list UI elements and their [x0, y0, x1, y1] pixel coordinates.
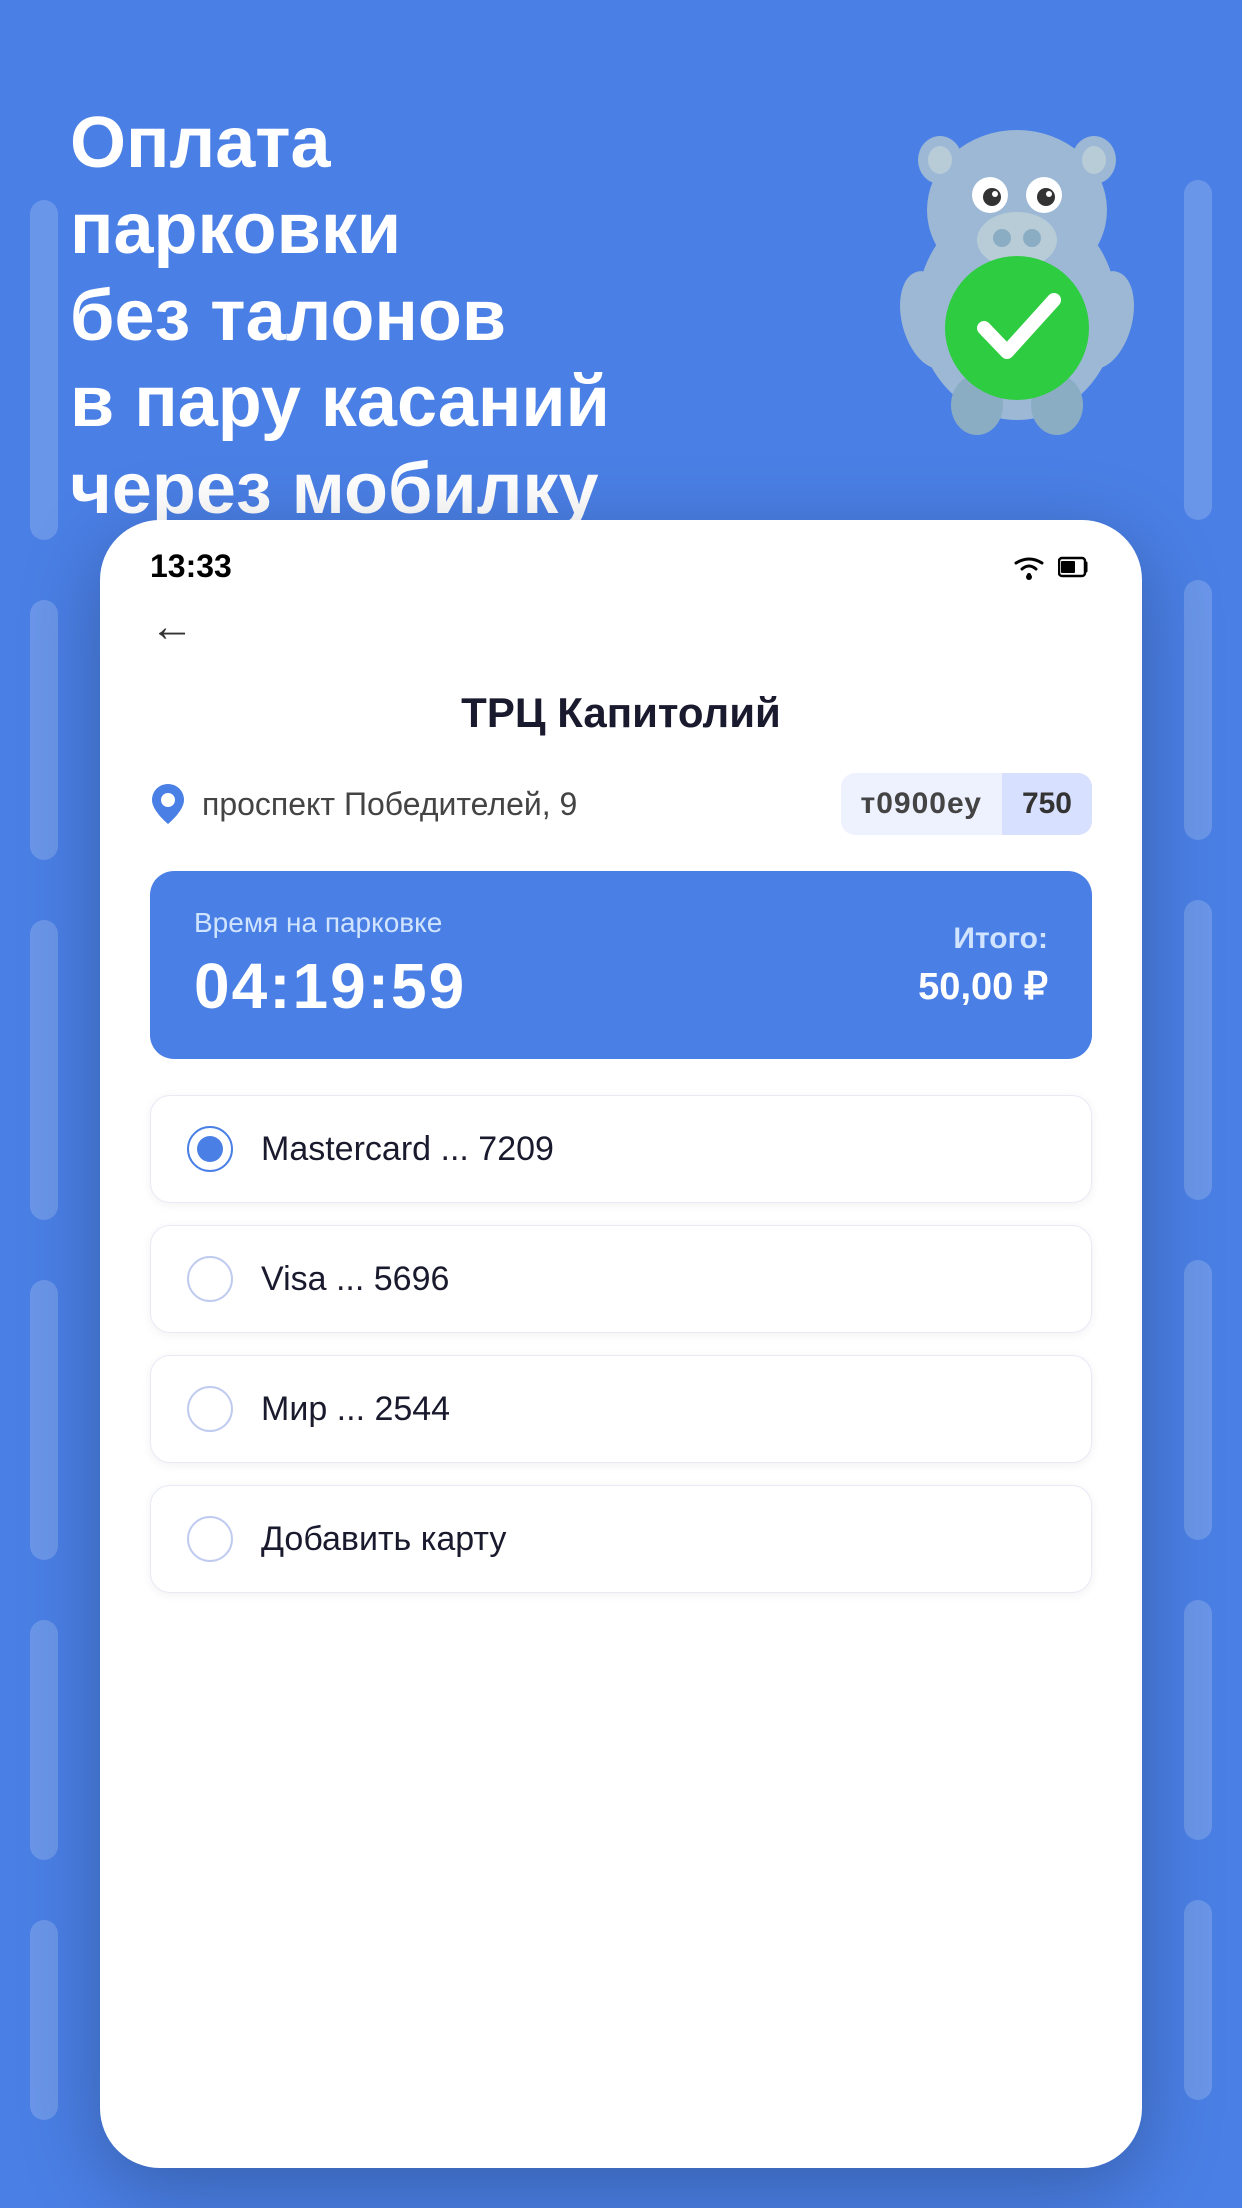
- location-address: проспект Победителей, 9: [150, 782, 577, 826]
- location-pin-icon: [150, 782, 186, 826]
- timer-card: Время на парковке 04:19:59 Итого: 50,00 …: [150, 871, 1092, 1059]
- plate-text: т0900еу: [841, 773, 1002, 835]
- mascot-hippo: [862, 80, 1172, 440]
- payment-options-list: Mastercard ... 7209 Visa ... 5696 Мир ... …: [150, 1095, 1092, 1593]
- radio-add-card: [187, 1516, 233, 1562]
- payment-option-mir[interactable]: Мир ... 2544: [150, 1355, 1092, 1463]
- status-bar: 13:33: [100, 520, 1142, 595]
- radio-visa: [187, 1256, 233, 1302]
- status-icons: [1010, 553, 1092, 581]
- total-label: Итого:: [918, 922, 1048, 956]
- total-value: 50,00 ₽: [918, 964, 1048, 1009]
- license-plate: т0900еу 750: [841, 773, 1092, 835]
- timer-label: Время на парковке: [194, 907, 466, 939]
- wifi-icon: [1010, 553, 1048, 581]
- back-button[interactable]: ←: [150, 605, 1092, 649]
- back-arrow-icon: ←: [150, 605, 194, 649]
- battery-icon: [1058, 553, 1092, 581]
- payment-label-mir: Мир ... 2544: [261, 1390, 450, 1429]
- hero-text: Оплата парковки без талонов в пару касан…: [70, 100, 650, 532]
- payment-option-add-card[interactable]: Добавить карту: [150, 1485, 1092, 1593]
- radio-mir: [187, 1386, 233, 1432]
- location-row: проспект Победителей, 9 т0900еу 750: [150, 773, 1092, 835]
- timer-value: 04:19:59: [194, 949, 466, 1023]
- phone-content: ← ТРЦ Капитолий проспект Победителей, 9 …: [100, 595, 1142, 1665]
- plate-number: 750: [1002, 773, 1092, 835]
- address-text: проспект Победителей, 9: [202, 786, 577, 823]
- location-title: ТРЦ Капитолий: [150, 689, 1092, 737]
- payment-label-add-card: Добавить карту: [261, 1520, 506, 1559]
- status-time: 13:33: [150, 548, 232, 585]
- payment-label-mastercard: Mastercard ... 7209: [261, 1130, 554, 1169]
- radio-mastercard: [187, 1126, 233, 1172]
- phone-mockup: 13:33 ← ТРЦ Капитолий: [100, 520, 1142, 2168]
- timer-left: Время на парковке 04:19:59: [194, 907, 466, 1023]
- payment-option-mastercard[interactable]: Mastercard ... 7209: [150, 1095, 1092, 1203]
- payment-option-visa[interactable]: Visa ... 5696: [150, 1225, 1092, 1333]
- payment-label-visa: Visa ... 5696: [261, 1260, 449, 1299]
- hero-section: Оплата парковки без талонов в пару касан…: [0, 0, 1242, 580]
- timer-right: Итого: 50,00 ₽: [918, 922, 1048, 1009]
